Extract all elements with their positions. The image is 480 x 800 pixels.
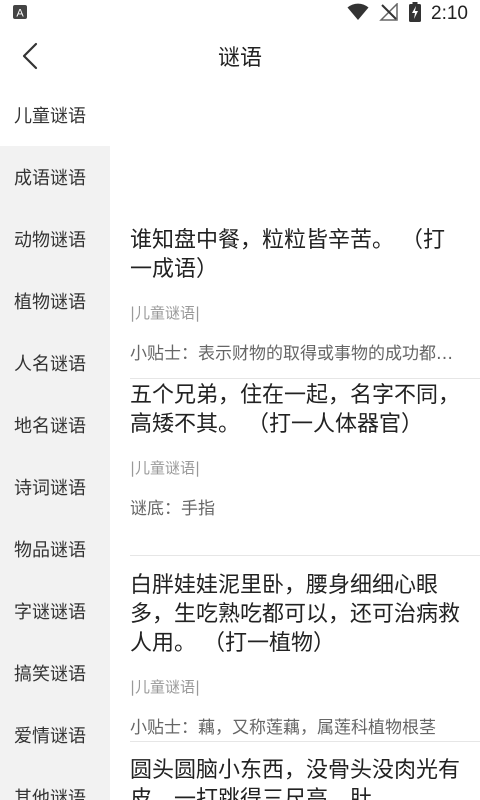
sidebar-item-love[interactable]: 爱情谜语 [0, 704, 110, 766]
sidebar-item-label: 植物谜语 [14, 292, 86, 313]
sidebar-item-label: 爱情谜语 [14, 726, 86, 747]
riddle-list: 谁知盘中餐，粒粒皆辛苦。 （打一成语） |儿童谜语| 小贴士：表示财物的取得或事… [110, 84, 480, 800]
sidebar-item-label: 人名谜语 [14, 354, 86, 375]
sidebar-item-object[interactable]: 物品谜语 [0, 518, 110, 580]
riddle-card[interactable]: 圆头圆脑小东西，没骨头没肉光有皮，一打跳得三尺高，肚 [130, 756, 480, 800]
category-sidebar: 儿童谜语 成语谜语 动物谜语 植物谜语 人名谜语 地名谜语 诗词谜语 物品谜语 … [0, 84, 110, 800]
riddle-question: 谁知盘中餐，粒粒皆辛苦。 （打一成语） [130, 228, 445, 282]
riddle-card[interactable]: 五个兄弟，住在一起，名字不同，高矮不其。 （打一人体器官） |儿童谜语| 谜底：… [130, 381, 480, 556]
riddle-card[interactable]: 白胖娃娃泥里卧，腰身细细心眼多，生吃熟吃都可以，还可治病救人用。 （打一植物） … [130, 571, 480, 742]
sidebar-item-children[interactable]: 儿童谜语 [0, 84, 110, 146]
sidebar-item-label: 诗词谜语 [14, 478, 86, 499]
sidebar-item-place-name[interactable]: 地名谜语 [0, 394, 110, 456]
sidebar-item-label: 地名谜语 [14, 416, 86, 437]
riddle-question: 圆头圆脑小东西，没骨头没肉光有皮，一打跳得三尺高，肚 [130, 758, 461, 800]
sidebar-item-label: 动物谜语 [14, 230, 86, 251]
riddle-card[interactable]: 谁知盘中餐，粒粒皆辛苦。 （打一成语） |儿童谜语| 小贴士：表示财物的取得或事… [130, 226, 480, 379]
riddle-category: |儿童谜语| [130, 459, 201, 477]
sidebar-item-label: 儿童谜语 [14, 106, 86, 127]
riddle-category: |儿童谜语| [130, 304, 201, 322]
status-time: 2:10 [431, 3, 468, 24]
sidebar-item-other[interactable]: 其他谜语 [0, 766, 110, 800]
sidebar-item-funny[interactable]: 搞笑谜语 [0, 642, 110, 704]
app-notification-icon: A [12, 4, 28, 24]
riddle-note: 谜底：手指 [130, 499, 215, 519]
chevron-left-icon [22, 42, 38, 70]
sidebar-item-animal[interactable]: 动物谜语 [0, 208, 110, 270]
wifi-icon [347, 3, 369, 25]
svg-text:A: A [16, 8, 24, 20]
sidebar-item-plant[interactable]: 植物谜语 [0, 270, 110, 332]
sidebar-item-label: 物品谜语 [14, 540, 86, 561]
header: 谜语 [0, 28, 480, 84]
riddle-note: 小贴士：表示财物的取得或事物的成功都是来之不易的 [130, 344, 480, 364]
sidebar-item-label: 字谜谜语 [14, 602, 86, 623]
sidebar-item-label: 搞笑谜语 [14, 664, 86, 685]
back-button[interactable] [12, 36, 48, 76]
page-title: 谜语 [217, 46, 262, 71]
sidebar-item-label: 其他谜语 [14, 788, 86, 800]
sidebar-item-poetry[interactable]: 诗词谜语 [0, 456, 110, 518]
riddle-note: 小贴士：藕，又称莲藕，属莲科植物根茎 [130, 718, 436, 738]
sidebar-item-person-name[interactable]: 人名谜语 [0, 332, 110, 394]
sidebar-item-idiom[interactable]: 成语谜语 [0, 146, 110, 208]
status-bar: A 2:10 [0, 0, 480, 28]
no-signal-icon [379, 2, 399, 25]
sidebar-item-label: 成语谜语 [14, 168, 86, 189]
sidebar-item-character[interactable]: 字谜谜语 [0, 580, 110, 642]
riddle-question: 白胖娃娃泥里卧，腰身细细心眼多，生吃熟吃都可以，还可治病救人用。 （打一植物） [130, 573, 461, 656]
riddle-category: |儿童谜语| [130, 678, 201, 696]
riddle-question: 五个兄弟，住在一起，名字不同，高矮不其。 （打一人体器官） [130, 383, 461, 437]
battery-charging-icon [409, 2, 422, 26]
